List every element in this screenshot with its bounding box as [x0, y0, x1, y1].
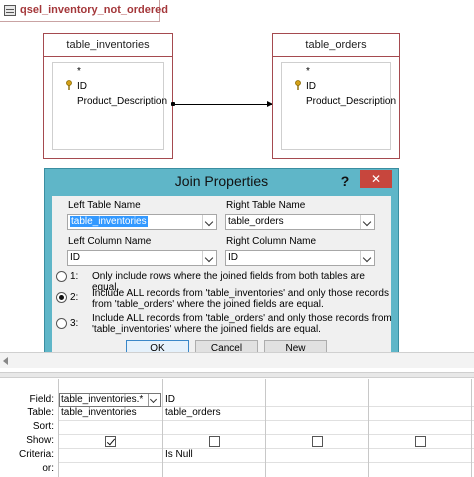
row-label-sort: Sort:: [32, 421, 54, 432]
field-list[interactable]: * ID Product_Description: [281, 62, 396, 150]
dialog-title-bar[interactable]: Join Properties ? ✕: [45, 169, 398, 196]
chevron-down-icon[interactable]: [360, 251, 374, 265]
chevron-down-icon[interactable]: [202, 251, 216, 265]
grid-column-divider: [471, 379, 472, 477]
left-table-label: Left Table Name: [68, 200, 141, 211]
left-column-value: ID: [70, 252, 80, 263]
query-tab[interactable]: qsel_inventory_not_ordered: [0, 0, 168, 24]
left-column-select[interactable]: ID: [67, 250, 217, 266]
scroll-left-icon[interactable]: [3, 357, 8, 365]
criteria-cell[interactable]: Is Null: [165, 449, 193, 460]
show-checkbox-col4[interactable]: [415, 436, 426, 447]
option-number: 1:: [70, 271, 79, 282]
table-box-orders[interactable]: table_orders * ID Product_Description: [272, 33, 400, 159]
field-list[interactable]: * ID Product_Description: [52, 62, 167, 150]
row-label-field: Field:: [29, 394, 54, 405]
help-button[interactable]: ?: [334, 171, 356, 191]
field-cell: table_inventories.*: [61, 394, 144, 405]
table-box-inventories[interactable]: table_inventories * ID Product_Descripti…: [43, 33, 173, 159]
field-item-product-description[interactable]: Product_Description: [306, 96, 396, 107]
field-item-all[interactable]: *: [306, 66, 310, 77]
close-button[interactable]: ✕: [360, 170, 392, 188]
chevron-down-icon[interactable]: [148, 394, 160, 406]
pane-splitter[interactable]: [0, 372, 474, 378]
field-item-id[interactable]: ID: [306, 81, 316, 92]
field-cell[interactable]: ID: [165, 394, 175, 405]
query-design-grid[interactable]: Field: Table: Sort: Show: Criteria: or: …: [0, 379, 474, 477]
grid-line: [58, 434, 474, 435]
table-title[interactable]: table_inventories: [44, 39, 172, 51]
show-checkbox-col1[interactable]: [105, 436, 116, 447]
show-checkbox-col2[interactable]: [209, 436, 220, 447]
radio-button-3[interactable]: [56, 318, 67, 329]
option-text: Include ALL records from 'table_orders' …: [92, 313, 392, 335]
right-column-value: ID: [228, 252, 238, 263]
right-table-label: Right Table Name: [226, 200, 306, 211]
primary-key-icon: [66, 80, 72, 90]
join-line[interactable]: [171, 101, 273, 107]
table-cell[interactable]: table_orders: [165, 407, 221, 418]
query-icon: [4, 5, 16, 16]
grid-column-divider: [265, 379, 266, 477]
row-label-criteria: Criteria:: [18, 449, 54, 460]
radio-button-1[interactable]: [56, 271, 67, 282]
field-select-col1[interactable]: table_inventories.*: [59, 393, 161, 407]
chevron-down-icon[interactable]: [360, 215, 374, 229]
row-label-table: Table:: [27, 407, 54, 418]
field-item-id[interactable]: ID: [77, 81, 87, 92]
grid-line: [58, 462, 474, 463]
query-tab-label: qsel_inventory_not_ordered: [20, 4, 168, 16]
dialog-body: Left Table Name Right Table Name table_i…: [52, 196, 392, 358]
row-label-or: or:: [42, 463, 54, 474]
grid-column-divider: [162, 379, 163, 477]
join-properties-dialog[interactable]: Join Properties ? ✕ Left Table Name Righ…: [44, 168, 399, 363]
option-number: 2:: [70, 292, 79, 303]
grid-line: [58, 420, 474, 421]
left-table-select[interactable]: table_inventories: [67, 214, 217, 230]
chevron-down-icon[interactable]: [202, 215, 216, 229]
right-column-label: Right Column Name: [226, 236, 317, 247]
radio-button-2[interactable]: [56, 292, 67, 303]
horizontal-scrollbar[interactable]: [0, 352, 474, 368]
right-column-select[interactable]: ID: [225, 250, 375, 266]
row-label-show: Show:: [26, 435, 54, 446]
primary-key-icon: [295, 80, 301, 90]
left-column-label: Left Column Name: [68, 236, 152, 247]
table-title[interactable]: table_orders: [273, 39, 399, 51]
left-table-value: table_inventories: [70, 216, 148, 227]
table-cell[interactable]: table_inventories: [61, 407, 137, 418]
right-table-value: table_orders: [228, 216, 284, 227]
table-title-divider: [273, 56, 399, 57]
table-title-divider: [44, 56, 172, 57]
option-text: Include ALL records from 'table_inventor…: [92, 288, 389, 310]
right-table-select[interactable]: table_orders: [225, 214, 375, 230]
grid-line: [58, 448, 474, 449]
option-number: 3:: [70, 318, 79, 329]
grid-column-divider: [368, 379, 369, 477]
field-item-all[interactable]: *: [77, 66, 81, 77]
field-item-product-description[interactable]: Product_Description: [77, 96, 167, 107]
show-checkbox-col3[interactable]: [312, 436, 323, 447]
